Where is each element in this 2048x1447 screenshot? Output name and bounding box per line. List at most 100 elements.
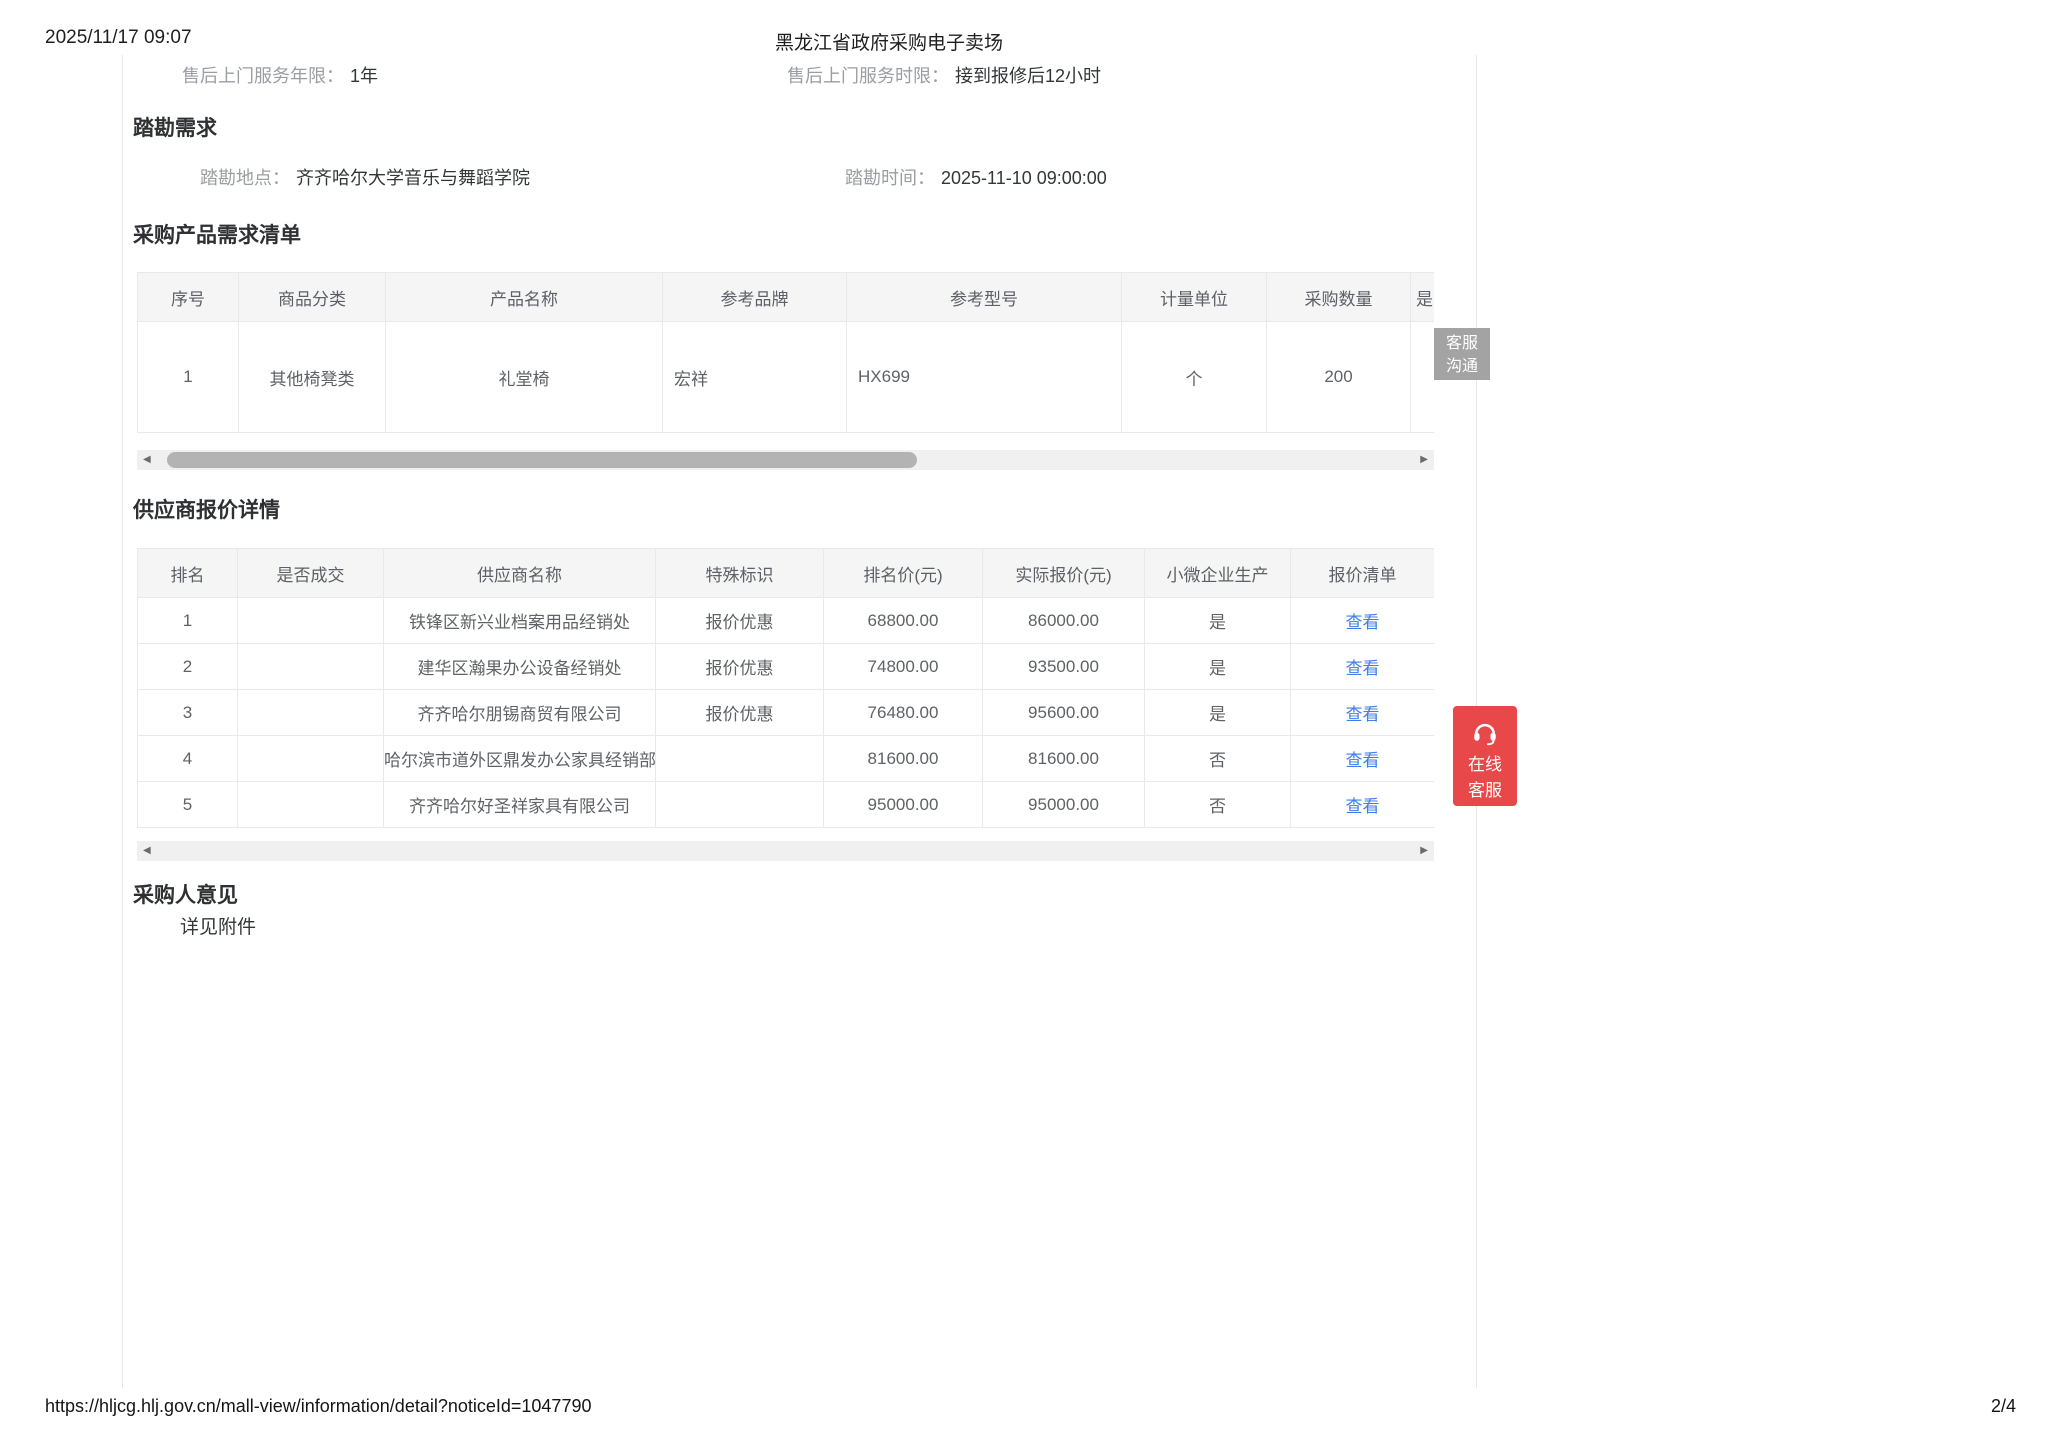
online-service-label-line: 在线 <box>1453 752 1517 778</box>
table-cell: 建华区瀚果办公设备经销处 <box>384 644 656 690</box>
table-cell: HX699 <box>847 322 1122 433</box>
table-cell: 报价优惠 <box>656 690 824 736</box>
table-cell <box>238 782 384 828</box>
table-cell: 2 <box>138 644 238 690</box>
scroll-left-arrow-icon[interactable]: ◀ <box>143 450 151 470</box>
section-heading-suppliers: 供应商报价详情 <box>133 494 280 524</box>
column-header: 排名价(元) <box>824 549 983 598</box>
column-header: 供应商名称 <box>384 549 656 598</box>
field-label: 售后上门服务时限： <box>787 66 949 86</box>
table-row: 1其他椅凳类礼堂椅宏祥HX699个200 <box>138 322 1435 433</box>
scroll-left-arrow-icon[interactable]: ◀ <box>143 841 151 861</box>
print-datetime: 2025/11/17 09:07 <box>45 27 192 49</box>
table-cell: 95600.00 <box>983 690 1145 736</box>
field-survey-time: 踏勘时间： 2025-11-10 09:00:00 <box>845 164 1107 190</box>
online-service-button[interactable]: 在线 客服 <box>1453 706 1517 806</box>
table-cell <box>656 782 824 828</box>
column-header: 是否成交 <box>238 549 384 598</box>
table-cell: 哈尔滨市道外区鼎发办公家具经销部 <box>384 736 656 782</box>
table-cell <box>238 598 384 644</box>
section-heading-opinion: 采购人意见 <box>133 879 238 909</box>
chat-badge-line: 沟通 <box>1434 355 1490 378</box>
table-cell: 查看 <box>1291 690 1435 736</box>
field-label: 售后上门服务年限： <box>182 66 344 86</box>
view-quote-link[interactable]: 查看 <box>1346 751 1380 770</box>
product-table: 序号商品分类产品名称参考品牌参考型号计量单位采购数量是 1其他椅凳类礼堂椅宏祥H… <box>137 272 1434 433</box>
table-cell <box>238 736 384 782</box>
column-header: 采购数量 <box>1267 273 1411 322</box>
field-after-sale-years: 售后上门服务年限： 1年 <box>182 62 378 88</box>
print-footer-url: https://hljcg.hlj.gov.cn/mall-view/infor… <box>45 1396 591 1417</box>
field-value: 齐齐哈尔大学音乐与舞蹈学院 <box>296 168 530 188</box>
table-cell: 宏祥 <box>663 322 847 433</box>
table-row: 5齐齐哈尔好圣祥家具有限公司95000.0095000.00否查看 <box>138 782 1435 828</box>
field-survey-location: 踏勘地点： 齐齐哈尔大学音乐与舞蹈学院 <box>200 164 530 190</box>
table-cell: 86000.00 <box>983 598 1145 644</box>
product-table-wrap: 序号商品分类产品名称参考品牌参考型号计量单位采购数量是 1其他椅凳类礼堂椅宏祥H… <box>137 272 1434 433</box>
supplier-table-header-row: 排名是否成交供应商名称特殊标识排名价(元)实际报价(元)小微企业生产报价清单 <box>138 549 1435 598</box>
table-cell: 是 <box>1145 644 1291 690</box>
scroll-right-arrow-icon[interactable]: ▶ <box>1420 450 1428 470</box>
table-cell: 报价优惠 <box>656 598 824 644</box>
column-header: 特殊标识 <box>656 549 824 598</box>
view-quote-link[interactable]: 查看 <box>1346 705 1380 724</box>
supplier-table-wrap: 排名是否成交供应商名称特殊标识排名价(元)实际报价(元)小微企业生产报价清单 1… <box>137 548 1434 828</box>
chat-badge-button[interactable]: 客服 沟通 <box>1434 328 1490 380</box>
product-table-header-row: 序号商品分类产品名称参考品牌参考型号计量单位采购数量是 <box>138 273 1435 322</box>
table-cell: 74800.00 <box>824 644 983 690</box>
column-header: 排名 <box>138 549 238 598</box>
table-cell: 否 <box>1145 736 1291 782</box>
field-value: 2025-11-10 09:00:00 <box>941 168 1107 188</box>
column-header: 报价清单 <box>1291 549 1435 598</box>
table-cell: 200 <box>1267 322 1411 433</box>
table-cell: 95000.00 <box>983 782 1145 828</box>
headset-icon <box>1470 717 1500 747</box>
table-cell: 查看 <box>1291 598 1435 644</box>
table-cell: 81600.00 <box>824 736 983 782</box>
field-value: 接到报修后12小时 <box>955 66 1101 86</box>
scroll-right-arrow-icon[interactable]: ▶ <box>1420 841 1428 861</box>
supplier-table-hscrollbar[interactable]: ◀ ▶ <box>137 841 1434 861</box>
table-row: 1铁锋区新兴业档案用品经销处报价优惠68800.0086000.00是查看 <box>138 598 1435 644</box>
scrollbar-thumb[interactable] <box>167 452 917 468</box>
table-cell: 68800.00 <box>824 598 983 644</box>
column-header: 商品分类 <box>239 273 386 322</box>
view-quote-link[interactable]: 查看 <box>1346 613 1380 632</box>
table-cell: 铁锋区新兴业档案用品经销处 <box>384 598 656 644</box>
table-row: 2建华区瀚果办公设备经销处报价优惠74800.0093500.00是查看 <box>138 644 1435 690</box>
table-cell: 查看 <box>1291 644 1435 690</box>
online-service-label-line: 客服 <box>1453 778 1517 804</box>
table-cell: 报价优惠 <box>656 644 824 690</box>
column-header: 参考品牌 <box>663 273 847 322</box>
table-row: 4哈尔滨市道外区鼎发办公家具经销部81600.0081600.00否查看 <box>138 736 1435 782</box>
supplier-table: 排名是否成交供应商名称特殊标识排名价(元)实际报价(元)小微企业生产报价清单 1… <box>137 548 1434 828</box>
table-cell: 其他椅凳类 <box>239 322 386 433</box>
field-label: 踏勘地点： <box>200 168 290 188</box>
section-heading-survey: 踏勘需求 <box>133 112 217 142</box>
product-table-hscrollbar[interactable]: ◀ ▶ <box>137 450 1434 470</box>
chat-badge-line: 客服 <box>1434 332 1490 355</box>
view-quote-link[interactable]: 查看 <box>1346 797 1380 816</box>
table-cell: 5 <box>138 782 238 828</box>
column-header: 序号 <box>138 273 239 322</box>
field-value: 1年 <box>350 66 378 86</box>
table-cell: 个 <box>1122 322 1267 433</box>
buyer-opinion-text: 详见附件 <box>180 912 256 939</box>
table-cell: 齐齐哈尔朋锡商贸有限公司 <box>384 690 656 736</box>
table-row: 3齐齐哈尔朋锡商贸有限公司报价优惠76480.0095600.00是查看 <box>138 690 1435 736</box>
table-cell: 否 <box>1145 782 1291 828</box>
table-cell: 齐齐哈尔好圣祥家具有限公司 <box>384 782 656 828</box>
table-cell: 81600.00 <box>983 736 1145 782</box>
table-cell <box>238 644 384 690</box>
section-heading-products: 采购产品需求清单 <box>133 219 301 249</box>
page-title: 黑龙江省政府采购电子卖场 <box>775 28 1003 55</box>
table-cell <box>238 690 384 736</box>
table-cell: 3 <box>138 690 238 736</box>
field-label: 踏勘时间： <box>845 168 935 188</box>
table-cell: 1 <box>138 322 239 433</box>
column-header: 实际报价(元) <box>983 549 1145 598</box>
column-header: 计量单位 <box>1122 273 1267 322</box>
column-header: 产品名称 <box>386 273 663 322</box>
table-cell: 76480.00 <box>824 690 983 736</box>
view-quote-link[interactable]: 查看 <box>1346 659 1380 678</box>
